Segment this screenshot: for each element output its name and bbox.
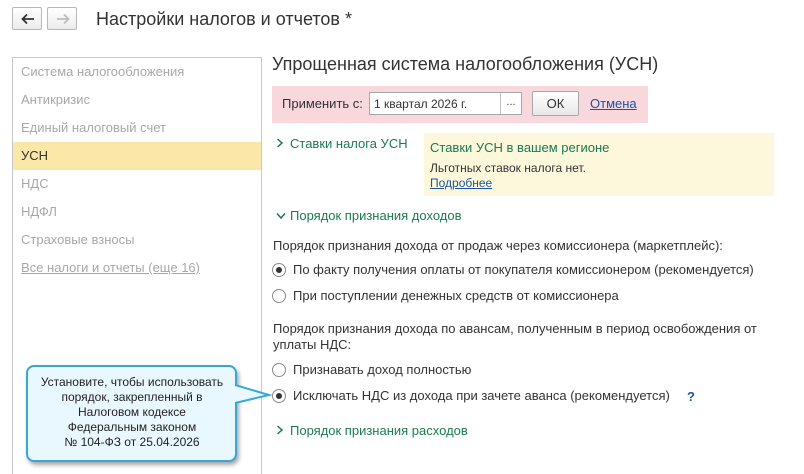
note-title: Ставки УСН в вашем регионе	[430, 140, 610, 155]
chevron-right-icon	[276, 423, 290, 438]
apply-period-field[interactable]: 1 квартал 2026 г. ...	[369, 92, 522, 115]
advance-question-line-2: уплаты НДС:	[273, 337, 352, 352]
forward-button[interactable]	[47, 7, 77, 30]
sidebar-item-vat[interactable]: НДС	[13, 170, 261, 198]
income-group-toggle[interactable]: Порядок признания доходов	[276, 208, 462, 223]
back-button[interactable]	[12, 7, 42, 30]
arrow-right-icon	[57, 13, 70, 25]
cancel-link[interactable]: Отмена	[590, 96, 637, 111]
radio-unselected[interactable]	[272, 363, 286, 377]
window-title: Настройки налогов и отчетов *	[96, 9, 352, 29]
advance-option-label: Признавать доход полностью	[293, 362, 472, 377]
sidebar-item-insurance[interactable]: Страховые взносы	[13, 226, 261, 254]
commission-option-label: При поступлении денежных средств от коми…	[293, 288, 619, 303]
region-rates-note: Ставки УСН в вашем регионе Льготных став…	[424, 133, 774, 196]
section-title: Упрощенная система налогообложения (УСН)	[272, 54, 659, 74]
sidebar-item-ndfl[interactable]: НДФЛ	[13, 198, 261, 226]
expense-group-label: Порядок признания расходов	[290, 423, 468, 438]
callout-pointer	[235, 384, 273, 404]
advance-question-line-1: Порядок признания дохода по авансам, пол…	[273, 321, 757, 336]
expense-group-toggle[interactable]: Порядок признания расходов	[276, 423, 468, 438]
rates-group-label: Ставки налога УСН	[290, 136, 408, 151]
chevron-right-icon	[276, 136, 290, 151]
callout-text: Установите, чтобы использовать порядок, …	[40, 375, 224, 449]
radio-selected[interactable]	[272, 263, 286, 277]
apply-label: Применить с:	[282, 96, 363, 111]
help-icon[interactable]: ?	[687, 389, 695, 404]
sidebar-item-all-taxes[interactable]: Все налоги и отчеты (еще 16)	[13, 254, 261, 282]
sidebar-item-usn[interactable]: УСН	[13, 142, 261, 170]
commission-question: Порядок признания дохода от продаж через…	[273, 238, 723, 253]
arrow-left-icon	[21, 13, 34, 25]
sidebar-item-anticrisis[interactable]: Антикризис	[13, 86, 261, 114]
sidebar-item-single-tax-account[interactable]: Единый налоговый счет	[13, 114, 261, 142]
note-text: Льготных ставок налога нет.	[430, 161, 586, 175]
hint-callout: Установите, чтобы использовать порядок, …	[26, 365, 237, 462]
ok-button[interactable]: ОК	[532, 91, 579, 116]
chevron-down-icon	[276, 208, 290, 223]
sidebar-item-tax-system[interactable]: Система налогообложения	[13, 58, 261, 86]
advance-option-label: Исключать НДС из дохода при зачете аванс…	[293, 388, 670, 403]
rates-group-toggle[interactable]: Ставки налога УСН	[276, 136, 408, 151]
income-group-label: Порядок признания доходов	[290, 208, 462, 223]
radio-unselected[interactable]	[272, 289, 286, 303]
select-period-button[interactable]: ...	[500, 93, 521, 114]
apply-panel: Применить с: 1 квартал 2026 г. ... ОК От…	[272, 86, 648, 123]
commission-option-label: По факту получения оплаты от покупателя …	[293, 262, 754, 277]
note-more-link[interactable]: Подробнее	[430, 176, 492, 190]
apply-period-value: 1 квартал 2026 г.	[374, 97, 468, 111]
